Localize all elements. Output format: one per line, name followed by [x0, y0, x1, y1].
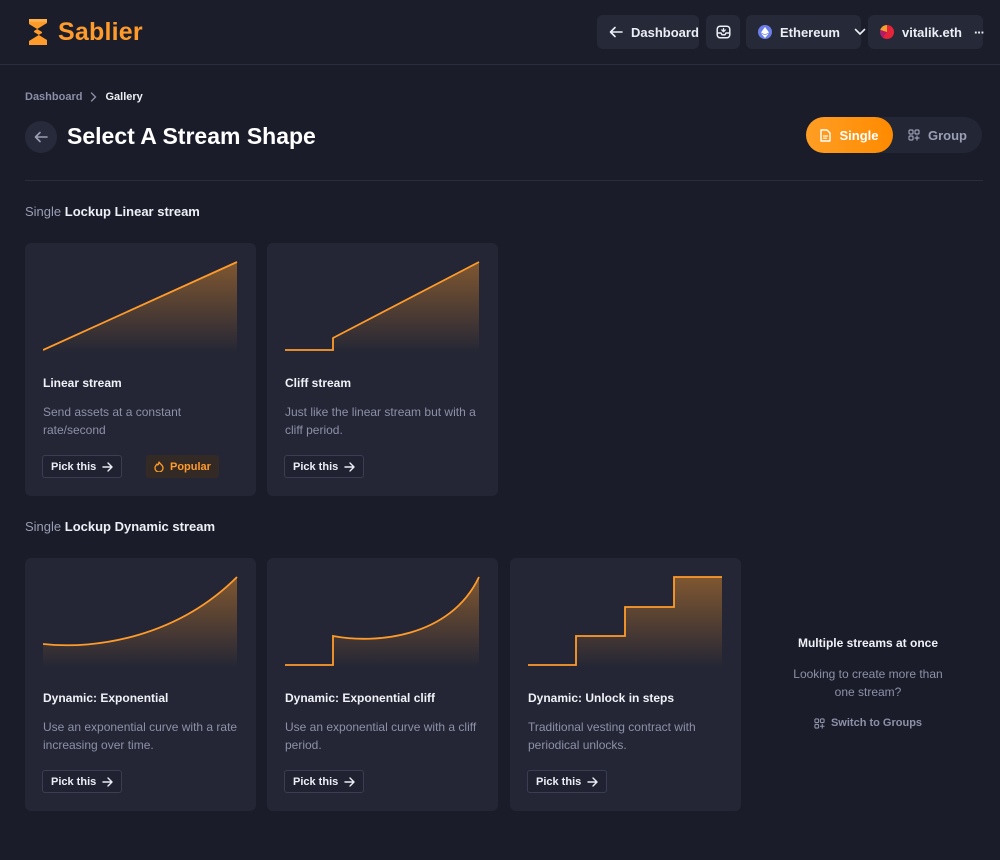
- breadcrumb-gallery: Gallery: [105, 91, 143, 103]
- switch-to-groups-link[interactable]: Switch to Groups: [770, 717, 966, 729]
- pick-this-button[interactable]: Pick this: [284, 770, 365, 793]
- cliff-shape-chart: [285, 261, 480, 353]
- groups-promo: Multiple streams at once Looking to crea…: [770, 636, 966, 729]
- group-toggle-label: Group: [928, 127, 967, 143]
- section-heading-linear: Single Lockup Linear stream: [25, 204, 200, 219]
- linear-shape-chart: [43, 261, 238, 353]
- section-title: Lockup Linear stream: [64, 204, 200, 219]
- groups-promo-description: Looking to create more than one stream?: [793, 667, 943, 699]
- arrow-right-icon: [344, 461, 355, 472]
- switch-to-groups-label: Switch to Groups: [830, 717, 923, 729]
- pick-this-label: Pick this: [293, 775, 339, 788]
- pick-this-button[interactable]: Pick this: [42, 770, 123, 793]
- avatar: [880, 25, 894, 39]
- top-bar: Sablier Dashboard Ethereum vitalik.eth ·…: [0, 0, 1000, 65]
- account-menu[interactable]: vitalik.eth ···: [868, 15, 985, 49]
- pick-this-button[interactable]: Pick this: [284, 455, 365, 478]
- exponential-cliff-shape-chart: [285, 576, 480, 668]
- more-options-icon: ···: [973, 24, 985, 40]
- sablier-logo[interactable]: Sablier: [26, 17, 143, 47]
- dashboard-button-label: Dashboard: [631, 24, 699, 40]
- card-description: Traditional vesting contract with period…: [528, 720, 696, 752]
- arrow-right-icon: [344, 776, 355, 787]
- groups-promo-title: Multiple streams at once: [797, 636, 939, 650]
- chevron-down-icon: [854, 28, 866, 35]
- dashboard-button[interactable]: Dashboard: [597, 15, 699, 49]
- single-group-toggle: Single Group: [806, 117, 982, 153]
- card-cliff-stream[interactable]: Cliff stream Just like the linear stream…: [267, 243, 498, 496]
- network-label: Ethereum: [780, 24, 840, 40]
- card-description: Use an exponential curve with a cliff pe…: [285, 720, 477, 752]
- pick-this-label: Pick this: [51, 775, 97, 788]
- arrow-left-icon: [609, 26, 623, 38]
- card-description: Send assets at a constant rate/second: [43, 405, 182, 437]
- inbox-icon: [715, 25, 731, 39]
- card-title: Dynamic: Exponential: [43, 691, 169, 705]
- brand-name: Sablier: [58, 17, 143, 46]
- arrow-right-icon: [102, 776, 113, 787]
- card-dynamic-exponential[interactable]: Dynamic: Exponential Use an exponential …: [25, 558, 256, 811]
- popular-badge-label: Popular: [170, 460, 211, 473]
- account-label: vitalik.eth: [902, 24, 962, 40]
- breadcrumb-dashboard[interactable]: Dashboard: [25, 91, 82, 103]
- arrow-left-icon: [34, 131, 48, 143]
- pick-this-label: Pick this: [293, 460, 339, 473]
- arrow-right-icon: [102, 461, 113, 472]
- card-description: Use an exponential curve with a rate inc…: [43, 720, 238, 752]
- card-linear-stream[interactable]: Linear stream Send assets at a constant …: [25, 243, 256, 496]
- document-icon: [820, 128, 832, 142]
- card-title: Dynamic: Exponential cliff: [285, 691, 436, 705]
- ethereum-icon: [758, 25, 772, 39]
- arrow-right-icon: [587, 776, 598, 787]
- section-prefix: Single: [25, 204, 62, 219]
- single-toggle-label: Single: [839, 127, 879, 143]
- grid-icon: [908, 129, 920, 141]
- card-dynamic-exponential-cliff[interactable]: Dynamic: Exponential cliff Use an expone…: [267, 558, 498, 811]
- card-title: Linear stream: [43, 376, 122, 390]
- group-toggle-button[interactable]: Group: [893, 117, 982, 153]
- flame-icon: [154, 461, 164, 472]
- header-divider: [25, 180, 983, 181]
- back-button[interactable]: [25, 121, 57, 153]
- grid-icon: [814, 717, 825, 729]
- card-title: Dynamic: Unlock in steps: [528, 691, 675, 705]
- exponential-shape-chart: [43, 576, 238, 668]
- single-toggle-button[interactable]: Single: [806, 117, 893, 153]
- chevron-right-icon: [91, 92, 97, 102]
- pick-this-button[interactable]: Pick this: [42, 455, 123, 478]
- card-title: Cliff stream: [285, 376, 352, 390]
- pick-this-button[interactable]: Pick this: [527, 770, 608, 793]
- steps-shape-chart: [528, 576, 722, 668]
- pick-this-label: Pick this: [536, 775, 582, 788]
- pick-this-label: Pick this: [51, 460, 97, 473]
- sablier-logo-icon: [29, 19, 47, 45]
- section-title: Lockup Dynamic stream: [64, 519, 216, 534]
- section-prefix: Single: [25, 519, 62, 534]
- inbox-button[interactable]: [706, 15, 740, 49]
- page-title: Select A Stream Shape: [67, 123, 316, 149]
- breadcrumb: Dashboard Gallery: [25, 91, 143, 103]
- section-heading-dynamic: Single Lockup Dynamic stream: [25, 519, 215, 534]
- network-selector[interactable]: Ethereum: [746, 15, 866, 49]
- card-dynamic-unlock-steps[interactable]: Dynamic: Unlock in steps Traditional ves…: [510, 558, 741, 811]
- popular-badge: Popular: [146, 455, 219, 478]
- card-description: Just like the linear stream but with a c…: [285, 405, 476, 437]
